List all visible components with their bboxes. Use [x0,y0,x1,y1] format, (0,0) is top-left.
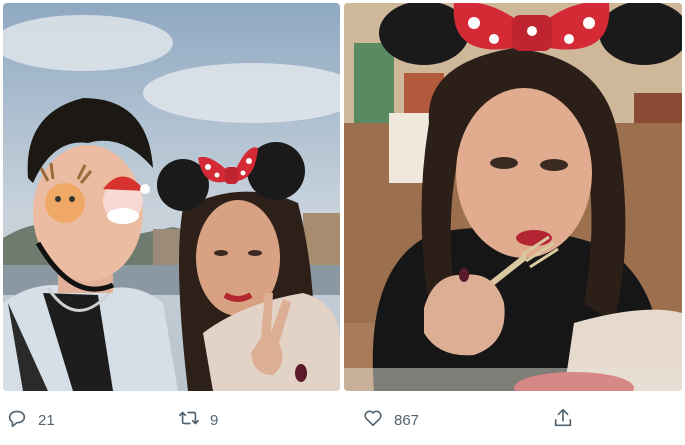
tweet-action-bar: 21 9 867 [0,402,685,438]
retweet-icon [178,407,200,433]
couple-selfie-photo[interactable] [3,3,340,391]
retweet-count: 9 [210,411,219,429]
share-button[interactable] [552,402,574,438]
share-icon [552,407,574,433]
woman-eating-photo[interactable] [344,3,682,391]
reply-button[interactable]: 21 [6,402,55,438]
retweet-button[interactable]: 9 [178,402,218,438]
like-icon [362,407,384,433]
like-count: 867 [394,411,420,429]
tweet-media-grid [3,3,682,391]
like-button[interactable]: 867 [362,402,419,438]
reply-count: 21 [38,411,55,429]
reply-icon [6,407,28,433]
